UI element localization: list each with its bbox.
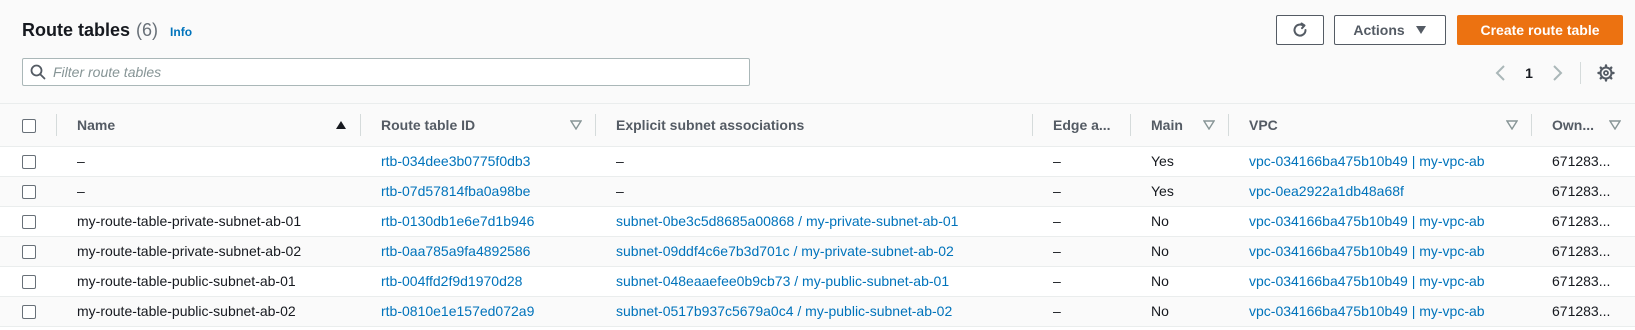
search-icon: [23, 59, 53, 85]
cell-name: my-route-table-private-subnet-ab-02: [57, 236, 361, 267]
create-route-table-button[interactable]: Create route table: [1457, 15, 1623, 45]
cell-owner: 671283...: [1532, 236, 1635, 267]
table-row[interactable]: – rtb-07d57814fba0a98be – – Yes vpc-0ea2…: [0, 176, 1635, 207]
route-tables-table: Name Route table ID Explicit subnet asso…: [0, 104, 1635, 327]
row-checkbox[interactable]: [21, 245, 36, 260]
table-row[interactable]: my-route-table-private-subnet-ab-01 rtb-…: [0, 206, 1635, 237]
cell-main: Yes: [1131, 146, 1229, 177]
cell-main: Yes: [1131, 176, 1229, 207]
row-checkbox[interactable]: [21, 215, 36, 230]
cell-edge-associations: –: [1033, 296, 1131, 327]
pager-divider: [1580, 62, 1581, 84]
column-header-edge-associations[interactable]: Edge a...: [1033, 104, 1131, 147]
cell-name: my-route-table-private-subnet-ab-01: [57, 206, 361, 237]
column-header-owner[interactable]: Own...: [1532, 104, 1635, 147]
cell-route-table-id[interactable]: rtb-0aa785a9fa4892586: [361, 236, 596, 267]
row-checkbox[interactable]: [21, 185, 36, 200]
cell-name: my-route-table-public-subnet-ab-02: [57, 296, 361, 327]
row-checkbox[interactable]: [21, 275, 36, 290]
chevron-right-icon[interactable]: [1550, 64, 1564, 82]
cell-main: No: [1131, 296, 1229, 327]
cell-owner: 671283...: [1532, 176, 1635, 207]
cell-owner: 671283...: [1532, 296, 1635, 327]
column-header-name[interactable]: Name: [57, 104, 361, 147]
column-header-subnet-associations[interactable]: Explicit subnet associations: [596, 104, 1033, 147]
table-row[interactable]: my-route-table-public-subnet-ab-02 rtb-0…: [0, 296, 1635, 327]
row-checkbox[interactable]: [21, 155, 36, 170]
cell-edge-associations: –: [1033, 146, 1131, 177]
cell-subnet-associations[interactable]: subnet-048eaaefee0b9cb73 / my-public-sub…: [596, 266, 1033, 297]
cell-name: –: [57, 146, 361, 177]
cell-subnet-associations[interactable]: subnet-09ddf4c6e7b3d701c / my-private-su…: [596, 236, 1033, 267]
cell-vpc[interactable]: vpc-034166ba475b10b49 | my-vpc-ab: [1229, 146, 1532, 177]
cell-route-table-id[interactable]: rtb-07d57814fba0a98be: [361, 176, 596, 207]
page-title: Route tables (6) Info: [22, 20, 192, 41]
cell-route-table-id[interactable]: rtb-0810e1e157ed072a9: [361, 296, 596, 327]
cell-main: No: [1131, 266, 1229, 297]
search-field[interactable]: [22, 58, 750, 86]
refresh-button[interactable]: [1276, 15, 1324, 45]
search-input[interactable]: [53, 64, 733, 80]
cell-main: No: [1131, 236, 1229, 267]
table-header-row: Name Route table ID Explicit subnet asso…: [0, 104, 1635, 147]
cell-edge-associations: –: [1033, 236, 1131, 267]
select-all-checkbox[interactable]: [21, 118, 36, 133]
select-all-cell: [0, 104, 57, 147]
info-link[interactable]: Info: [170, 25, 192, 39]
cell-vpc[interactable]: vpc-034166ba475b10b49 | my-vpc-ab: [1229, 266, 1532, 297]
chevron-left-icon[interactable]: [1494, 64, 1508, 82]
title-count: (6): [136, 20, 159, 40]
cell-route-table-id[interactable]: rtb-004ffd2f9d1970d28: [361, 266, 596, 297]
cell-subnet-associations: –: [596, 176, 1033, 207]
title-text: Route tables: [22, 20, 131, 40]
gear-icon[interactable]: [1597, 64, 1615, 82]
cell-route-table-id[interactable]: rtb-034dee3b0775f0db3: [361, 146, 596, 177]
refresh-icon: [1293, 22, 1307, 37]
cell-vpc[interactable]: vpc-0ea2922a1db48a68f: [1229, 176, 1532, 207]
table-row[interactable]: – rtb-034dee3b0775f0db3 – – Yes vpc-0341…: [0, 146, 1635, 177]
actions-button[interactable]: Actions: [1334, 15, 1446, 45]
cell-edge-associations: –: [1033, 206, 1131, 237]
cell-vpc[interactable]: vpc-034166ba475b10b49 | my-vpc-ab: [1229, 206, 1532, 237]
cell-subnet-associations: –: [596, 146, 1033, 177]
cell-vpc[interactable]: vpc-034166ba475b10b49 | my-vpc-ab: [1229, 236, 1532, 267]
cell-owner: 671283...: [1532, 146, 1635, 177]
cell-subnet-associations[interactable]: subnet-0517b937c5679a0c4 / my-public-sub…: [596, 296, 1033, 327]
table-row[interactable]: my-route-table-public-subnet-ab-01 rtb-0…: [0, 266, 1635, 297]
cell-subnet-associations[interactable]: subnet-0be3c5d8685a00868 / my-private-su…: [596, 206, 1033, 237]
sort-icon: [570, 120, 582, 130]
cell-edge-associations: –: [1033, 176, 1131, 207]
cell-main: No: [1131, 206, 1229, 237]
cell-owner: 671283...: [1532, 206, 1635, 237]
caret-down-icon: [1415, 26, 1426, 34]
cell-owner: 671283...: [1532, 266, 1635, 297]
create-label: Create route table: [1480, 22, 1600, 38]
row-checkbox[interactable]: [21, 305, 36, 320]
column-header-main[interactable]: Main: [1131, 104, 1229, 147]
cell-vpc[interactable]: vpc-034166ba475b10b49 | my-vpc-ab: [1229, 296, 1532, 327]
sort-ascending-icon: [336, 120, 346, 129]
cell-name: my-route-table-public-subnet-ab-01: [57, 266, 361, 297]
cell-route-table-id[interactable]: rtb-0130db1e6e7d1b946: [361, 206, 596, 237]
sort-icon: [1203, 120, 1215, 130]
column-header-vpc[interactable]: VPC: [1229, 104, 1532, 147]
sort-icon: [1609, 120, 1621, 130]
table-row[interactable]: my-route-table-private-subnet-ab-02 rtb-…: [0, 236, 1635, 267]
column-header-route-table-id[interactable]: Route table ID: [361, 104, 596, 147]
sort-icon: [1506, 120, 1518, 130]
cell-edge-associations: –: [1033, 266, 1131, 297]
pagination: 1: [1494, 62, 1615, 84]
actions-label: Actions: [1353, 22, 1405, 38]
table-header-panel: Route tables (6) Info Actions Create rou…: [0, 0, 1635, 104]
cell-name: –: [57, 176, 361, 207]
page-number[interactable]: 1: [1518, 65, 1540, 81]
